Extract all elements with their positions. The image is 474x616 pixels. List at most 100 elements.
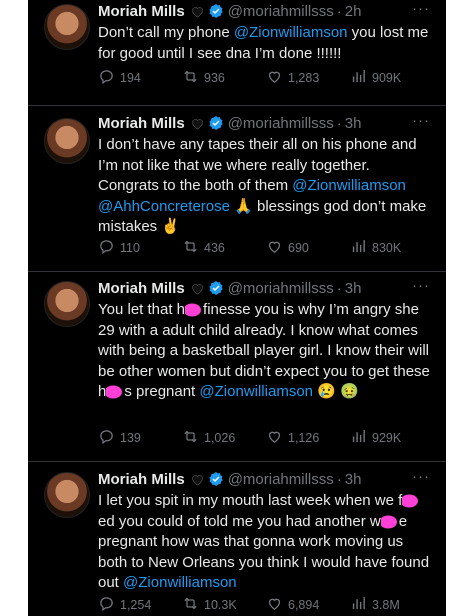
action-bar: 194 936 1,283 909K — [98, 68, 446, 103]
user-handle[interactable]: @moriahmillsss — [228, 471, 334, 488]
timestamp[interactable]: 2h — [345, 3, 362, 20]
timestamp[interactable]: 3h — [345, 280, 362, 297]
reply-count: 110 — [120, 241, 140, 255]
tweet-header: Moriah Mills @moriahmillsss · 3h ··· — [98, 277, 434, 299]
separator-dot: · — [336, 279, 342, 297]
action-bar: 1,254 10.3K 6,894 3.8M — [98, 595, 445, 616]
more-options-icon[interactable]: ··· — [412, 468, 430, 485]
verified-badge-icon — [208, 471, 224, 487]
retweet-icon — [182, 595, 199, 615]
user-handle[interactable]: @moriahmillsss — [228, 3, 334, 20]
like-icon — [266, 428, 283, 448]
reply-count: 194 — [120, 71, 141, 85]
like-count: 6,894 — [288, 598, 320, 612]
display-name[interactable]: Moriah Mills — [98, 471, 185, 488]
like-icon — [266, 595, 283, 615]
tweet[interactable]: Moriah Mills @moriahmillsss · 3h ··· You let … — [28, 271, 446, 463]
retweet-icon — [182, 68, 199, 88]
retweet-button[interactable]: 436 — [182, 238, 266, 258]
reply-button[interactable]: 1,254 — [98, 595, 182, 615]
more-options-icon[interactable]: ··· — [412, 112, 430, 129]
censor-scribble — [106, 384, 125, 401]
black-heart-icon — [190, 472, 205, 487]
action-bar: 110 436 690 830K — [98, 238, 446, 273]
retweet-icon — [182, 238, 199, 258]
views-count: 929K — [372, 431, 402, 445]
views-count: 909K — [372, 71, 402, 85]
more-options-icon[interactable]: ··· — [412, 0, 430, 17]
display-name[interactable]: Moriah Mills — [98, 115, 185, 132]
views-button[interactable]: 830K — [350, 238, 434, 258]
retweet-count: 10.3K — [204, 598, 237, 612]
like-count: 1,126 — [288, 431, 320, 445]
text-segment: ed you could of told me you had another … — [98, 512, 381, 530]
like-button[interactable]: 6,894 — [266, 595, 350, 615]
tweet-body: Moriah Mills @moriahmillsss · 3h ··· I let yo… — [98, 468, 434, 594]
mention-link[interactable]: @Zionwilliamson — [234, 24, 348, 41]
black-heart-icon — [190, 281, 205, 296]
tweet-header: Moriah Mills @moriahmillsss · 3h ··· — [98, 468, 434, 490]
black-heart-icon — [190, 4, 205, 19]
avatar[interactable] — [44, 4, 90, 50]
tweet-body: Moriah Mills @moriahmillsss · 3h ··· I don’t … — [98, 112, 434, 238]
tweet-text: Don’t call my phone @Zionwilliamson you … — [98, 23, 434, 64]
reply-button[interactable]: 139 — [98, 428, 182, 448]
text-segment: 😢 🤢 — [313, 383, 359, 400]
retweet-button[interactable]: 10.3K — [182, 595, 266, 615]
reply-count: 1,254 — [120, 598, 152, 612]
more-options-icon[interactable]: ··· — [412, 277, 430, 294]
tweet-header: Moriah Mills @moriahmillsss · 3h ··· — [98, 112, 434, 134]
views-button[interactable]: 909K — [350, 68, 434, 88]
censor-scribble — [185, 302, 204, 319]
tweet[interactable]: Moriah Mills @moriahmillsss · 3h ··· I don’t … — [28, 106, 446, 273]
tweet-text: I don’t have any tapes their all on his … — [98, 135, 434, 238]
tweet-header: Moriah Mills @moriahmillsss · 2h ··· — [98, 0, 434, 22]
tweet[interactable]: Moriah Mills @moriahmillsss · 3h ··· I let yo… — [28, 462, 446, 616]
censor-scribble — [380, 513, 399, 530]
tweet-text: You let that h finesse you is why I’m ang… — [98, 300, 434, 403]
like-icon — [266, 238, 283, 258]
mention-link[interactable]: @Zionwilliamson — [123, 574, 237, 591]
reply-count: 139 — [120, 431, 141, 445]
retweet-button[interactable]: 1,026 — [182, 428, 266, 448]
mention-link[interactable]: @AhhConcreterose — [98, 198, 230, 215]
user-handle[interactable]: @moriahmillsss — [228, 280, 334, 297]
views-icon — [350, 68, 367, 88]
user-handle[interactable]: @moriahmillsss — [228, 115, 334, 132]
text-segment: You let that h — [98, 301, 186, 318]
verified-badge-icon — [208, 280, 224, 296]
verified-badge-icon — [208, 3, 224, 19]
retweet-button[interactable]: 936 — [182, 68, 266, 88]
timeline: Moriah Mills @moriahmillsss · 2h ··· Don’t ca… — [28, 0, 446, 616]
avatar[interactable] — [44, 472, 90, 518]
reply-icon — [98, 428, 115, 448]
tweet-body: Moriah Mills @moriahmillsss · 3h ··· You let … — [98, 277, 434, 403]
retweet-count: 436 — [204, 241, 225, 255]
timestamp[interactable]: 3h — [345, 471, 362, 488]
tweet[interactable]: Moriah Mills @moriahmillsss · 2h ··· Don’t ca… — [28, 0, 446, 106]
avatar[interactable] — [44, 281, 90, 327]
display-name[interactable]: Moriah Mills — [98, 3, 185, 20]
censor-scribble — [402, 493, 421, 510]
like-button[interactable]: 690 — [266, 238, 350, 258]
views-count: 830K — [372, 241, 402, 255]
retweet-count: 1,026 — [204, 431, 236, 445]
timestamp[interactable]: 3h — [345, 115, 362, 132]
text-segment: Don’t call my phone — [98, 24, 234, 41]
reply-button[interactable]: 194 — [98, 68, 182, 88]
reply-button[interactable]: 110 — [98, 238, 182, 258]
like-button[interactable]: 1,283 — [266, 68, 350, 88]
views-icon — [350, 238, 367, 258]
tweet-text: I let you spit in my mouth last week whe… — [98, 491, 434, 594]
separator-dot: · — [336, 470, 342, 488]
avatar[interactable] — [44, 118, 90, 164]
like-button[interactable]: 1,126 — [266, 428, 350, 448]
separator-dot: · — [336, 2, 342, 20]
mention-link[interactable]: @Zionwilliamson — [199, 383, 313, 400]
text-segment: s pregnant — [124, 383, 200, 400]
mention-link[interactable]: @Zionwilliamson — [292, 177, 406, 194]
views-button[interactable]: 929K — [350, 428, 434, 448]
text-segment — [406, 177, 410, 194]
views-button[interactable]: 3.8M — [350, 595, 434, 615]
display-name[interactable]: Moriah Mills — [98, 280, 185, 297]
